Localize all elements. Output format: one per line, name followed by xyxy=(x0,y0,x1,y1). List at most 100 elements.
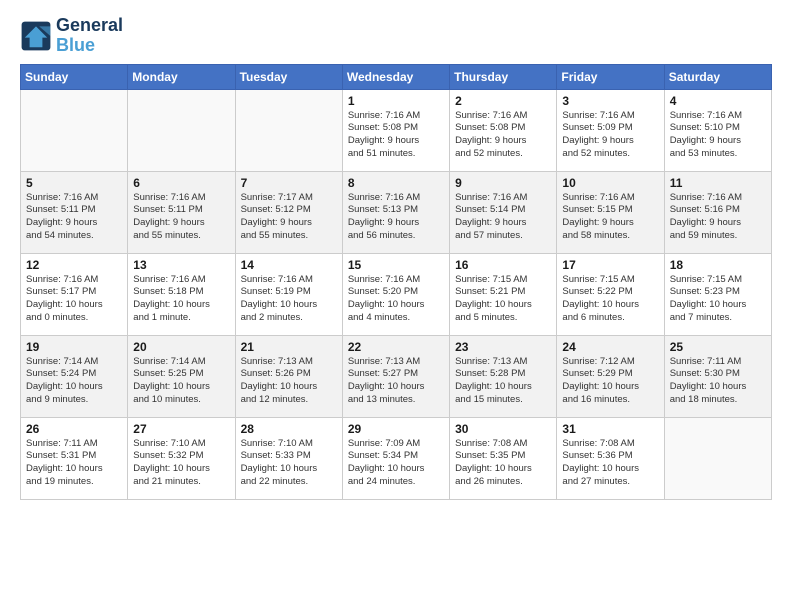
calendar-cell: 1 Sunrise: 7:16 AM Sunset: 5:08 PM Daylig… xyxy=(342,89,449,171)
logo-icon xyxy=(20,20,52,52)
calendar-cell xyxy=(128,89,235,171)
calendar-cell: 21Sunrise: 7:13 AM Sunset: 5:26 PM Dayli… xyxy=(235,335,342,417)
calendar-week-5: 26 Sunrise: 7:11 AM Sunset: 5:31 PM Dayli… xyxy=(21,417,772,499)
day-number: 16 xyxy=(455,258,551,272)
calendar-header-saturday: Saturday xyxy=(664,64,771,89)
calendar-cell: 7 Sunrise: 7:17 AM Sunset: 5:12 PM Daylig… xyxy=(235,171,342,253)
day-number: 20 xyxy=(133,340,229,354)
day-number: 3 xyxy=(562,94,658,108)
calendar-week-3: 12Sunrise: 7:16 AM Sunset: 5:17 PM Dayli… xyxy=(21,253,772,335)
day-number: 10 xyxy=(562,176,658,190)
day-number: 19 xyxy=(26,340,122,354)
calendar-cell: 26 Sunrise: 7:11 AM Sunset: 5:31 PM Dayli… xyxy=(21,417,128,499)
day-number: 25 xyxy=(670,340,766,354)
page: General Blue SundayMondayTuesdayWednesda… xyxy=(0,0,792,510)
day-number: 13 xyxy=(133,258,229,272)
day-info: Sunrise: 7:10 AM Sunset: 5:32 PM Dayligh… xyxy=(133,438,229,489)
calendar-cell: 15 Sunrise: 7:16 AM Sunset: 5:20 PM Dayli… xyxy=(342,253,449,335)
day-number: 28 xyxy=(241,422,337,436)
calendar-cell xyxy=(664,417,771,499)
day-number: 27 xyxy=(133,422,229,436)
day-info: Sunrise: 7:15 AM Sunset: 5:23 PM Dayligh… xyxy=(670,274,766,325)
day-number: 8 xyxy=(348,176,444,190)
calendar-cell: 16 Sunrise: 7:15 AM Sunset: 5:21 PM Dayli… xyxy=(450,253,557,335)
day-number: 21 xyxy=(241,340,337,354)
day-number: 1 xyxy=(348,94,444,108)
calendar-cell: 22Sunrise: 7:13 AM Sunset: 5:27 PM Dayli… xyxy=(342,335,449,417)
calendar-cell: 12Sunrise: 7:16 AM Sunset: 5:17 PM Dayli… xyxy=(21,253,128,335)
calendar-cell: 9 Sunrise: 7:16 AM Sunset: 5:14 PM Daylig… xyxy=(450,171,557,253)
calendar-week-2: 5 Sunrise: 7:16 AM Sunset: 5:11 PM Daylig… xyxy=(21,171,772,253)
day-number: 18 xyxy=(670,258,766,272)
calendar-cell: 30Sunrise: 7:08 AM Sunset: 5:35 PM Dayli… xyxy=(450,417,557,499)
day-info: Sunrise: 7:11 AM Sunset: 5:30 PM Dayligh… xyxy=(670,356,766,407)
day-info: Sunrise: 7:16 AM Sunset: 5:10 PM Dayligh… xyxy=(670,110,766,161)
calendar-cell: 13 Sunrise: 7:16 AM Sunset: 5:18 PM Dayli… xyxy=(128,253,235,335)
day-info: Sunrise: 7:16 AM Sunset: 5:09 PM Dayligh… xyxy=(562,110,658,161)
day-info: Sunrise: 7:16 AM Sunset: 5:11 PM Dayligh… xyxy=(26,192,122,243)
day-info: Sunrise: 7:15 AM Sunset: 5:22 PM Dayligh… xyxy=(562,274,658,325)
day-number: 30 xyxy=(455,422,551,436)
day-number: 2 xyxy=(455,94,551,108)
logo-text: General Blue xyxy=(56,16,123,56)
calendar-cell xyxy=(235,89,342,171)
day-info: Sunrise: 7:16 AM Sunset: 5:08 PM Dayligh… xyxy=(455,110,551,161)
calendar-cell: 17 Sunrise: 7:15 AM Sunset: 5:22 PM Dayli… xyxy=(557,253,664,335)
day-number: 14 xyxy=(241,258,337,272)
day-number: 26 xyxy=(26,422,122,436)
day-number: 31 xyxy=(562,422,658,436)
day-number: 17 xyxy=(562,258,658,272)
day-info: Sunrise: 7:15 AM Sunset: 5:21 PM Dayligh… xyxy=(455,274,551,325)
day-number: 7 xyxy=(241,176,337,190)
day-number: 22 xyxy=(348,340,444,354)
calendar-header-tuesday: Tuesday xyxy=(235,64,342,89)
day-info: Sunrise: 7:16 AM Sunset: 5:20 PM Dayligh… xyxy=(348,274,444,325)
day-info: Sunrise: 7:10 AM Sunset: 5:33 PM Dayligh… xyxy=(241,438,337,489)
day-number: 5 xyxy=(26,176,122,190)
day-info: Sunrise: 7:08 AM Sunset: 5:36 PM Dayligh… xyxy=(562,438,658,489)
calendar-cell: 27 Sunrise: 7:10 AM Sunset: 5:32 PM Dayli… xyxy=(128,417,235,499)
calendar-cell: 3 Sunrise: 7:16 AM Sunset: 5:09 PM Daylig… xyxy=(557,89,664,171)
calendar-cell: 29 Sunrise: 7:09 AM Sunset: 5:34 PM Dayli… xyxy=(342,417,449,499)
calendar-cell: 20 Sunrise: 7:14 AM Sunset: 5:25 PM Dayli… xyxy=(128,335,235,417)
day-info: Sunrise: 7:16 AM Sunset: 5:19 PM Dayligh… xyxy=(241,274,337,325)
day-info: Sunrise: 7:14 AM Sunset: 5:25 PM Dayligh… xyxy=(133,356,229,407)
logo: General Blue xyxy=(20,16,123,56)
day-number: 9 xyxy=(455,176,551,190)
calendar-week-1: 1 Sunrise: 7:16 AM Sunset: 5:08 PM Daylig… xyxy=(21,89,772,171)
day-info: Sunrise: 7:16 AM Sunset: 5:08 PM Dayligh… xyxy=(348,110,444,161)
day-info: Sunrise: 7:16 AM Sunset: 5:16 PM Dayligh… xyxy=(670,192,766,243)
day-info: Sunrise: 7:13 AM Sunset: 5:28 PM Dayligh… xyxy=(455,356,551,407)
day-info: Sunrise: 7:16 AM Sunset: 5:11 PM Dayligh… xyxy=(133,192,229,243)
day-info: Sunrise: 7:16 AM Sunset: 5:14 PM Dayligh… xyxy=(455,192,551,243)
calendar-cell xyxy=(21,89,128,171)
day-info: Sunrise: 7:09 AM Sunset: 5:34 PM Dayligh… xyxy=(348,438,444,489)
calendar-header-row: SundayMondayTuesdayWednesdayThursdayFrid… xyxy=(21,64,772,89)
day-info: Sunrise: 7:16 AM Sunset: 5:15 PM Dayligh… xyxy=(562,192,658,243)
day-number: 23 xyxy=(455,340,551,354)
day-number: 15 xyxy=(348,258,444,272)
calendar-table: SundayMondayTuesdayWednesdayThursdayFrid… xyxy=(20,64,772,500)
calendar-cell: 25 Sunrise: 7:11 AM Sunset: 5:30 PM Dayli… xyxy=(664,335,771,417)
day-info: Sunrise: 7:16 AM Sunset: 5:18 PM Dayligh… xyxy=(133,274,229,325)
calendar-cell: 2 Sunrise: 7:16 AM Sunset: 5:08 PM Daylig… xyxy=(450,89,557,171)
calendar-header-sunday: Sunday xyxy=(21,64,128,89)
day-info: Sunrise: 7:17 AM Sunset: 5:12 PM Dayligh… xyxy=(241,192,337,243)
header: General Blue xyxy=(20,16,772,56)
calendar-cell: 24 Sunrise: 7:12 AM Sunset: 5:29 PM Dayli… xyxy=(557,335,664,417)
calendar-header-thursday: Thursday xyxy=(450,64,557,89)
calendar-header-friday: Friday xyxy=(557,64,664,89)
day-info: Sunrise: 7:12 AM Sunset: 5:29 PM Dayligh… xyxy=(562,356,658,407)
calendar-week-4: 19Sunrise: 7:14 AM Sunset: 5:24 PM Dayli… xyxy=(21,335,772,417)
calendar-cell: 4 Sunrise: 7:16 AM Sunset: 5:10 PM Daylig… xyxy=(664,89,771,171)
day-number: 4 xyxy=(670,94,766,108)
day-info: Sunrise: 7:16 AM Sunset: 5:17 PM Dayligh… xyxy=(26,274,122,325)
day-info: Sunrise: 7:11 AM Sunset: 5:31 PM Dayligh… xyxy=(26,438,122,489)
calendar-cell: 31 Sunrise: 7:08 AM Sunset: 5:36 PM Dayli… xyxy=(557,417,664,499)
day-number: 24 xyxy=(562,340,658,354)
calendar-header-monday: Monday xyxy=(128,64,235,89)
day-number: 29 xyxy=(348,422,444,436)
calendar-header-wednesday: Wednesday xyxy=(342,64,449,89)
calendar-cell: 10 Sunrise: 7:16 AM Sunset: 5:15 PM Dayli… xyxy=(557,171,664,253)
calendar-cell: 8Sunrise: 7:16 AM Sunset: 5:13 PM Daylig… xyxy=(342,171,449,253)
